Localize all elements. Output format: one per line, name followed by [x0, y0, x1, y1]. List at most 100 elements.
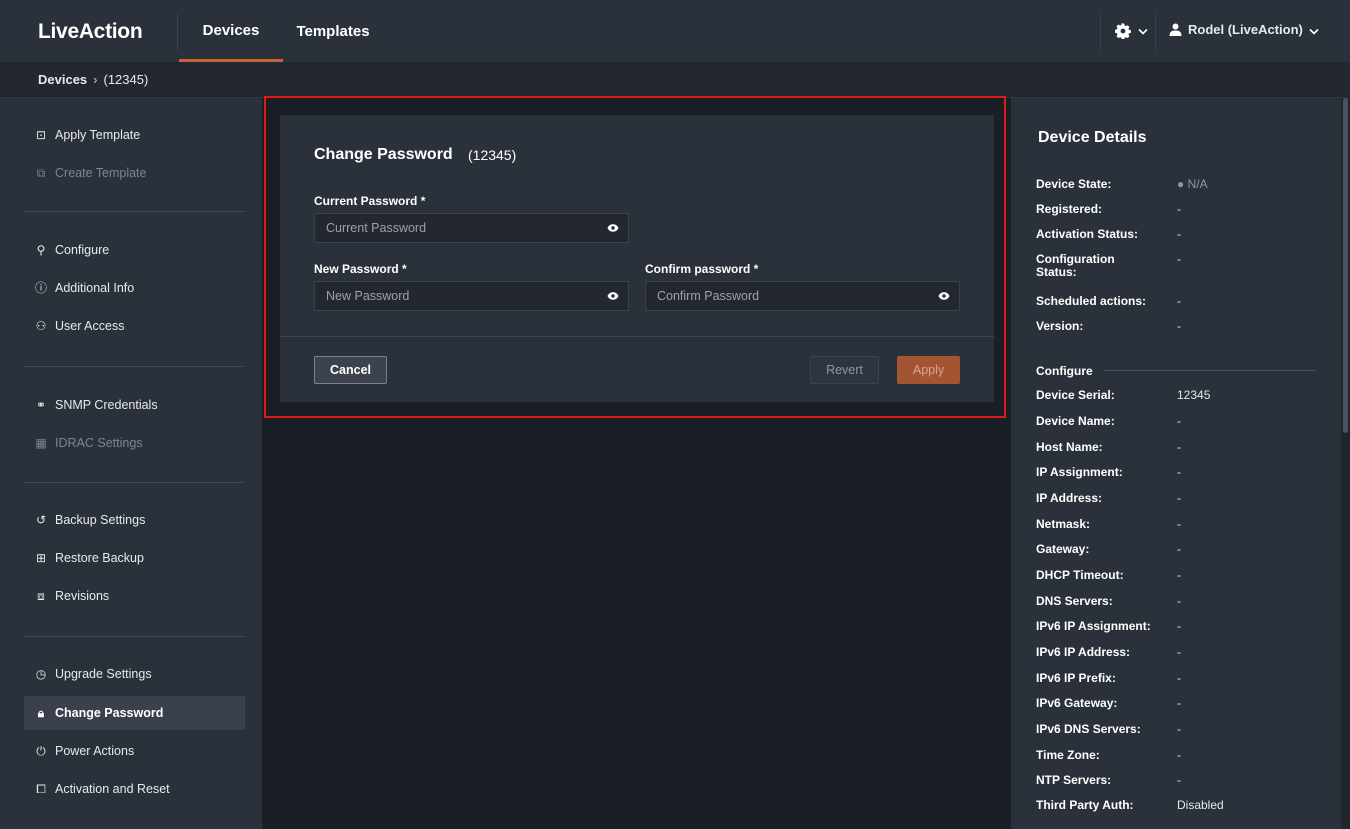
sidebar-item-label: Additional Info: [55, 281, 135, 295]
sidebar-item-upgrade-settings[interactable]: ◷ Upgrade Settings: [24, 657, 245, 691]
sidebar-item-restore-backup[interactable]: ⊞ Restore Backup: [24, 541, 245, 575]
server-icon: ▦: [35, 436, 47, 450]
sidebar-item-activation-and-reset[interactable]: ⧠ Activation and Reset: [24, 772, 245, 806]
highlight-box: [264, 96, 1006, 418]
user-icon: [1169, 23, 1182, 36]
detail-label-ntp-servers: NTP Servers:: [1036, 773, 1112, 787]
restore-icon: ⊞: [35, 551, 47, 565]
power-icon: ⏻: [36, 744, 46, 758]
detail-value-scheduled-actions: -: [1177, 294, 1181, 308]
sidebar-item-label: Activation and Reset: [55, 782, 170, 796]
settings-menu-button[interactable]: [1115, 20, 1151, 42]
detail-label-dhcp-timeout: DHCP Timeout:: [1036, 568, 1124, 582]
breadcrumb-bar: Devices › (12345): [0, 62, 1350, 98]
configure-section-divider: [1104, 370, 1316, 371]
sidebar-item-backup-settings[interactable]: ↺ Backup Settings: [24, 503, 245, 537]
configure-section-title: Configure: [1036, 364, 1093, 378]
sidebar-item-change-password[interactable]: 🔒︎ Change Password: [24, 696, 245, 730]
sidebar-item-create-template[interactable]: ⧉ Create Template: [24, 156, 245, 190]
network-icon: ⚭: [35, 398, 47, 412]
sidebar-item-idrac-settings[interactable]: ▦ IDRAC Settings: [24, 426, 245, 460]
sidebar-divider: [24, 366, 245, 367]
detail-label-ipv6-ip-prefix: IPv6 IP Prefix:: [1036, 671, 1116, 685]
chevron-down-icon: [1138, 28, 1148, 35]
detail-value-ip-assignment: -: [1177, 465, 1181, 479]
revisions-icon: ⧈: [37, 589, 45, 603]
detail-label-registered: Registered:: [1036, 202, 1103, 216]
sidebar-item-configure[interactable]: ⚲ Configure: [24, 233, 245, 267]
detail-value-configuration-status: -: [1177, 252, 1181, 266]
detail-label-ip-assignment: IP Assignment:: [1036, 465, 1123, 479]
detail-label-device-serial: Device Serial:: [1036, 388, 1115, 402]
detail-value-version: -: [1177, 319, 1181, 333]
sidebar-item-label: Backup Settings: [55, 513, 146, 527]
sidebar-item-label: IDRAC Settings: [55, 436, 143, 450]
sidebar-item-label: User Access: [55, 319, 125, 333]
sidebar-divider: [24, 211, 245, 212]
detail-label-netmask: Netmask:: [1036, 517, 1091, 531]
detail-value-gateway: -: [1177, 542, 1181, 556]
details-scrollbar-thumb[interactable]: [1343, 98, 1348, 433]
user-name: Rodel (LiveAction): [1188, 22, 1303, 37]
detail-value-host-name: -: [1177, 440, 1181, 454]
sidebar-item-apply-template[interactable]: ⊡ Apply Template: [24, 118, 245, 152]
logo-divider: [177, 14, 178, 50]
template-apply-icon: ⊡: [35, 128, 47, 142]
detail-value-netmask: -: [1177, 517, 1181, 531]
sidebar-item-user-access[interactable]: ⚇ User Access: [24, 309, 245, 343]
device-details-panel: Device Details Device State: ● N/A Regis…: [1011, 98, 1341, 829]
breadcrumb: Devices › (12345): [38, 72, 148, 87]
detail-label-dns-servers: DNS Servers:: [1036, 594, 1113, 608]
sidebar-item-label: Create Template: [55, 166, 147, 180]
liveaction-logo[interactable]: LiveAction: [38, 20, 143, 44]
detail-label-ipv6-gateway: IPv6 Gateway:: [1036, 696, 1118, 710]
sidebar-item-additional-info[interactable]: ⓘ Additional Info: [24, 271, 245, 305]
wrench-icon: ⚲: [36, 243, 46, 257]
detail-value-activation-status: -: [1177, 227, 1181, 241]
sidebar-item-label: Restore Backup: [55, 551, 144, 565]
breadcrumb-current: (12345): [103, 72, 149, 87]
sidebar-divider: [24, 636, 245, 637]
top-navigation-bar: LiveAction Devices Templates Rodel (Live…: [0, 0, 1350, 62]
clock-icon: ◷: [35, 667, 47, 681]
sidebar-item-label: Apply Template: [55, 128, 141, 142]
detail-value-ipv6-ip-address: -: [1177, 645, 1181, 659]
gear-icon: [1115, 23, 1131, 39]
sidebar-item-label: SNMP Credentials: [55, 398, 158, 412]
detail-label-version: Version:: [1036, 319, 1084, 333]
tab-devices[interactable]: Devices: [179, 0, 283, 62]
user-menu-button[interactable]: Rodel (LiveAction): [1169, 22, 1344, 42]
sidebar-item-revisions[interactable]: ⧈ Revisions: [24, 579, 245, 613]
detail-value-device-name: -: [1177, 414, 1181, 428]
detail-label-third-party-auth: Third Party Auth:: [1036, 798, 1134, 812]
sidebar-divider: [24, 482, 245, 483]
sidebar-item-snmp-credentials[interactable]: ⚭ SNMP Credentials: [24, 388, 245, 422]
detail-label-configuration-status: Configuration Status:: [1036, 252, 1115, 279]
detail-label-ipv6-ip-address: IPv6 IP Address:: [1036, 645, 1131, 659]
breadcrumb-devices-link[interactable]: Devices: [38, 72, 87, 87]
detail-value-dhcp-timeout: -: [1177, 568, 1181, 582]
sidebar-item-power-actions[interactable]: ⏻ Power Actions: [24, 734, 245, 768]
reset-icon: ⧠: [36, 782, 46, 796]
detail-label-activation-status: Activation Status:: [1036, 227, 1139, 241]
detail-label-device-name: Device Name:: [1036, 414, 1115, 428]
detail-label-gateway: Gateway:: [1036, 542, 1090, 556]
detail-value-dns-servers: -: [1177, 594, 1181, 608]
details-scrollbar[interactable]: [1341, 98, 1350, 829]
breadcrumb-separator: ›: [93, 72, 98, 87]
detail-value-ipv6-ip-assignment: -: [1177, 619, 1181, 633]
device-state-value: ● N/A: [1177, 177, 1208, 191]
detail-label-ipv6-dns-servers: IPv6 DNS Servers:: [1036, 722, 1141, 736]
sidebar-item-label: Power Actions: [55, 744, 135, 758]
detail-label-ipv6-ip-assignment: IPv6 IP Assignment:: [1036, 619, 1151, 633]
sidebar-item-label: Revisions: [55, 589, 110, 603]
detail-label-ip-address: IP Address:: [1036, 491, 1103, 505]
tab-templates[interactable]: Templates: [283, 0, 383, 62]
chevron-down-icon: [1309, 28, 1319, 35]
detail-value-third-party-auth: Disabled: [1177, 798, 1224, 812]
info-icon: ⓘ: [34, 281, 47, 295]
sidebar-item-label: Configure: [55, 243, 110, 257]
detail-value-device-serial: 12345: [1177, 388, 1211, 402]
detail-label-scheduled-actions: Scheduled actions:: [1036, 294, 1147, 308]
details-title: Device Details: [1038, 129, 1147, 146]
